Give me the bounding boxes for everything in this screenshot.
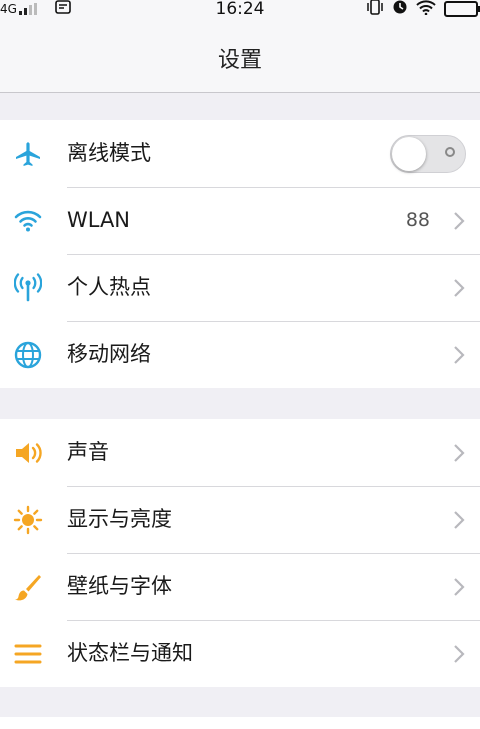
settings-item-label: 个人热点 — [67, 275, 151, 299]
chevron-right-icon — [452, 577, 466, 597]
settings-group-next — [0, 717, 480, 729]
settings-item-display-brightness[interactable]: 显示与亮度 — [0, 486, 480, 553]
settings-item-label: 状态栏与通知 — [67, 641, 193, 665]
hotspot-icon — [12, 272, 44, 304]
brush-icon — [12, 571, 44, 603]
settings-item-wlan[interactable]: WLAN 88 — [0, 187, 480, 254]
chevron-right-icon — [452, 510, 466, 530]
settings-item-label: 离线模式 — [67, 141, 151, 165]
wifi-status-icon — [416, 0, 436, 19]
battery-icon — [444, 1, 480, 17]
globe-icon — [12, 339, 44, 371]
airplane-mode-toggle[interactable] — [390, 135, 466, 173]
settings-item-sound[interactable]: 声音 — [0, 419, 480, 486]
settings-item-personal-hotspot[interactable]: 个人热点 — [0, 254, 480, 321]
chevron-right-icon — [452, 211, 466, 231]
chevron-right-icon — [452, 278, 466, 298]
navigation-bar: 设置 — [0, 18, 480, 93]
brightness-icon — [12, 504, 44, 536]
chevron-right-icon — [452, 443, 466, 463]
page-title: 设置 — [217, 48, 262, 73]
chevron-right-icon — [452, 644, 466, 664]
status-bar: 4G 16:24 — [0, 0, 480, 19]
settings-item-label: 壁纸与字体 — [67, 574, 172, 598]
settings-group-connectivity: 离线模式 WLAN 88 个人热点 移动网络 — [0, 120, 480, 388]
alarm-clock-icon — [392, 0, 408, 19]
menu-lines-icon — [12, 638, 44, 670]
wlan-network-value: 88 — [405, 209, 430, 231]
settings-item-label: 声音 — [67, 440, 109, 464]
settings-item-statusbar-notifications[interactable]: 状态栏与通知 — [0, 620, 480, 687]
settings-item-label: WLAN — [67, 208, 131, 232]
toggle-off-indicator — [445, 147, 455, 157]
settings-item-label: 显示与亮度 — [67, 507, 172, 531]
wifi-icon — [12, 205, 44, 237]
settings-group-personalization: 声音 显示与亮度 壁纸与字体 状态栏与通知 — [0, 419, 480, 687]
speaker-icon — [12, 437, 44, 469]
settings-item-airplane-mode[interactable]: 离线模式 — [0, 120, 480, 187]
settings-item-mobile-network[interactable]: 移动网络 — [0, 321, 480, 388]
settings-item-wallpaper-font[interactable]: 壁纸与字体 — [0, 553, 480, 620]
vibrate-icon — [366, 0, 384, 19]
settings-item-label: 移动网络 — [67, 342, 151, 366]
airplane-icon — [12, 138, 44, 170]
toggle-knob — [392, 137, 426, 171]
chevron-right-icon — [452, 345, 466, 365]
